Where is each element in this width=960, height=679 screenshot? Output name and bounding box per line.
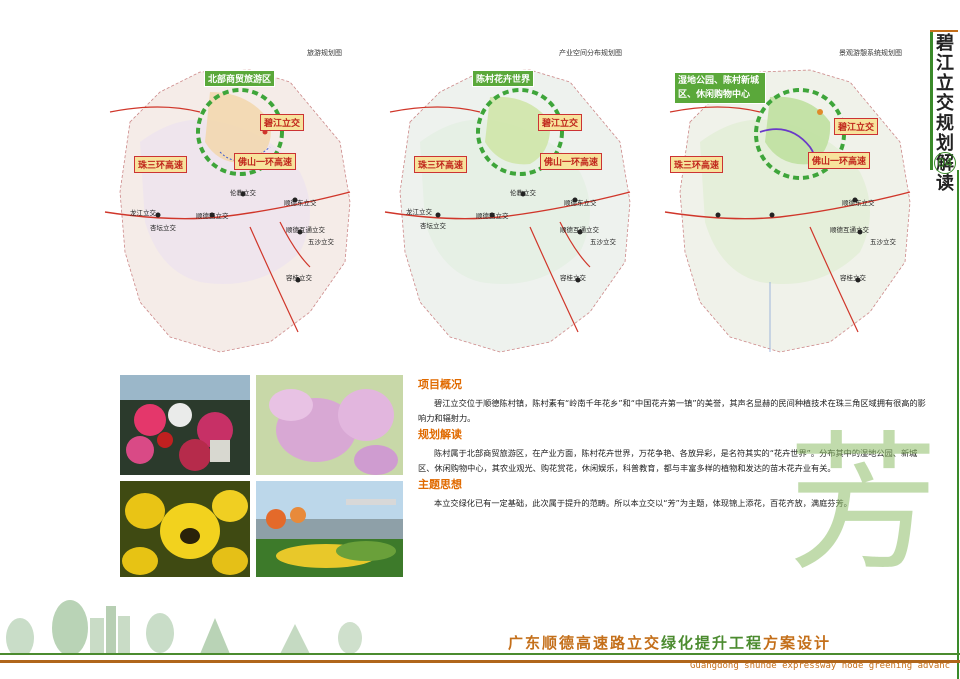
map-panel-tourism: 旅游规划图 北部商贸旅游区 碧江立交 珠三环高速 佛山一环高速 龙江立交 杏坛立… — [100, 49, 360, 362]
theme-calligraphy-char: 芳 — [788, 418, 939, 592]
region-label-top: 北部商贸旅游区 — [204, 70, 276, 87]
map-panel-industry: 产业空间分布规划图 陈村花卉世界 碧江立交 珠三环高速 佛山一环高速 龙江立交 … — [380, 49, 640, 362]
node-wushalijiao: 五沙立交 — [590, 238, 616, 246]
region-label-top: 陈村花卉世界 — [472, 70, 535, 87]
region-label-right: 碧江立交 — [834, 118, 879, 135]
region-label-right: 碧江立交 — [538, 114, 583, 131]
node-shundehutong: 顺德互通立交 — [560, 226, 599, 234]
node-shundehutong: 顺德互通立交 — [830, 226, 869, 234]
map-title: 旅游规划图 — [307, 49, 342, 57]
node-longjiang: 龙江立交 — [406, 208, 432, 216]
node-wushalijiao: 五沙立交 — [870, 238, 896, 246]
photo-pansy — [120, 481, 250, 577]
side-accent — [930, 0, 958, 32]
footer-line-green — [0, 653, 960, 655]
region-label-right: 碧江立交 — [260, 114, 305, 131]
footer-subtitle: Guangdong shunde expressway node greenin… — [690, 661, 951, 671]
node-shundedong: 顺德东立交 — [564, 199, 597, 207]
node-shundexi: 顺德西立交 — [196, 212, 229, 220]
node-ronggui: 容桂立交 — [840, 274, 866, 282]
node-longjiang: 龙江立交 — [130, 209, 156, 217]
footer-title: 广东顺德高速路立交绿化提升工程方案设计 — [508, 632, 831, 653]
footer-skyline-illustration — [6, 600, 362, 654]
node-shundedong: 顺德东立交 — [284, 199, 317, 207]
node-shundehutong: 顺德互通立交 — [286, 226, 325, 234]
node-xingtan: 杏坛立交 — [150, 224, 176, 232]
map-title: 产业空间分布规划图 — [559, 49, 622, 57]
map-title: 景观游憩系统规划图 — [839, 49, 902, 57]
node-ronggui: 容桂立交 — [286, 274, 312, 282]
footer-title-part-a: 广东顺德高速路立交 — [508, 634, 662, 652]
map-panel-landscape: 景观游憩系统规划图 湿地公园、陈村新城区、休闲购物中心 碧江立交 珠三环高速 佛… — [660, 49, 920, 362]
node-ronggui: 容桂立交 — [560, 274, 586, 282]
photo-lilac — [256, 375, 403, 475]
region-label-mid: 佛山一环高速 — [540, 153, 603, 170]
photo-flower-market — [120, 375, 250, 475]
region-label-top: 湿地公园、陈村新城区、休闲购物中心 — [674, 72, 766, 104]
node-shundedong: 顺德东立交 — [842, 199, 875, 207]
node-lunjiao: 伦教立交 — [230, 189, 256, 197]
page-number: 04 — [934, 152, 956, 174]
node-xingtan: 杏坛立交 — [420, 222, 446, 230]
region-label-left: 珠三环高速 — [414, 156, 468, 173]
node-shundexi: 顺德西立交 — [476, 212, 509, 220]
region-label-mid: 佛山一环高速 — [808, 152, 871, 169]
photo-garden-gate — [256, 481, 403, 577]
footer-title-part-b: 绿化提升工程 — [661, 634, 764, 652]
section-title-overview: 项目概况 — [418, 378, 462, 391]
region-label-left: 珠三环高速 — [670, 156, 724, 173]
region-label-left: 珠三环高速 — [134, 156, 188, 173]
node-lunjiao: 伦教立交 — [510, 189, 536, 197]
node-wushalijiao: 五沙立交 — [308, 238, 334, 246]
region-label-mid: 佛山一环高速 — [234, 153, 297, 170]
footer-title-part-c: 方案设计 — [763, 634, 832, 652]
